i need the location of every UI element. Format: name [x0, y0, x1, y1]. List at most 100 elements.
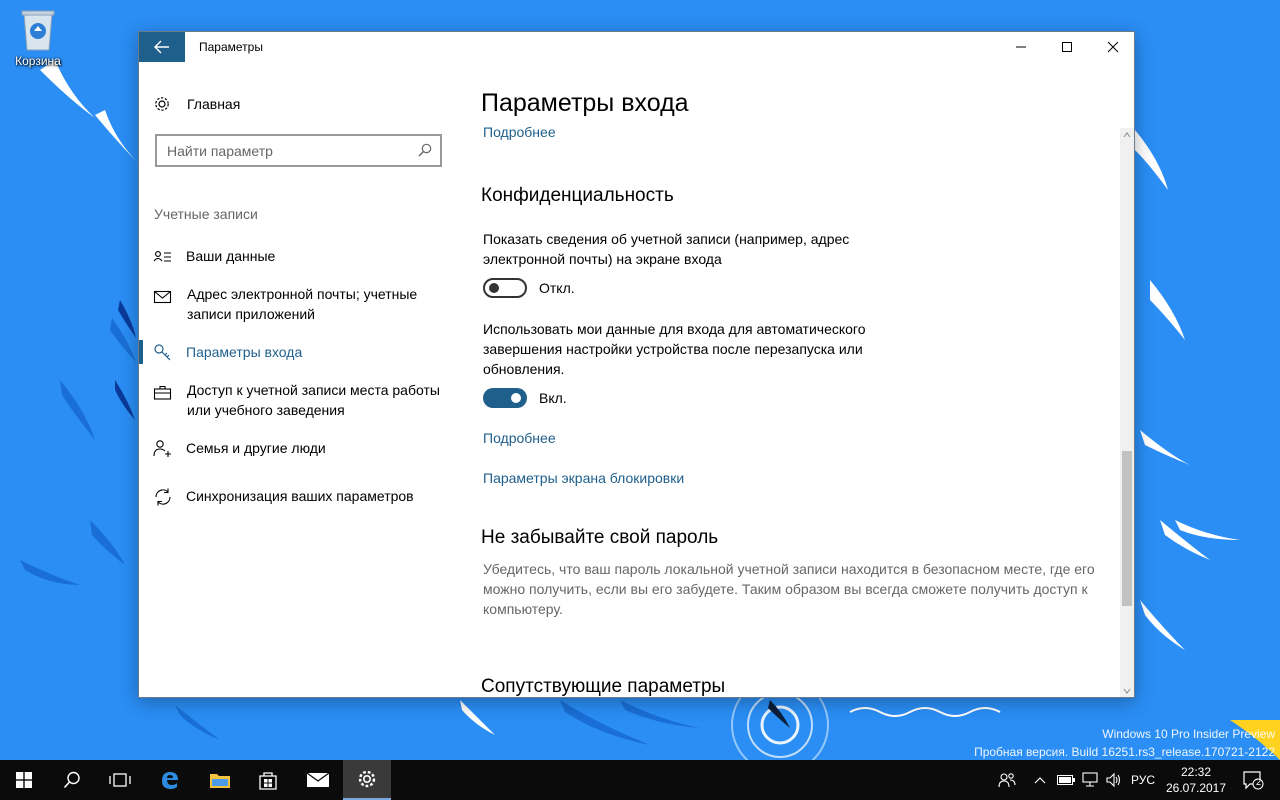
task-view-icon: [109, 773, 131, 787]
password-text: Убедитесь, что ваш пароль локальной учет…: [483, 561, 1095, 617]
chevron-down-icon: [1123, 688, 1131, 694]
windows-logo-icon: [16, 772, 32, 788]
edge-browser-icon: [162, 772, 178, 789]
watermark-build: Пробная версия. Build 16251.rs3_release.…: [974, 745, 1275, 759]
show-account-details-toggle[interactable]: [483, 278, 527, 298]
privacy-header: Конфиденциальность: [481, 185, 674, 206]
close-button[interactable]: [1090, 32, 1134, 62]
clock-date: 26.07.2017: [1165, 781, 1227, 795]
clock-time: 22:32: [1180, 765, 1212, 779]
toggle-knob: [489, 283, 499, 293]
search-icon: [63, 771, 80, 789]
gear-icon: [358, 770, 376, 788]
battery-indicator[interactable]: [1055, 760, 1077, 800]
people-icon: [998, 773, 1016, 788]
gear-icon: [155, 97, 169, 111]
search-icon[interactable]: [418, 143, 432, 157]
back-button[interactable]: [139, 32, 185, 62]
section-header-accounts: Учетные записи: [154, 206, 258, 222]
use-signin-info-row: Вкл.: [483, 387, 567, 409]
minimize-button[interactable]: [998, 32, 1044, 62]
page-title: Параметры входа: [481, 89, 689, 117]
recycle-bin-label: Корзина: [15, 54, 61, 68]
use-signin-info-text: Использовать мои данные для входа для ав…: [483, 321, 866, 377]
watermark-edition: Windows 10 Pro Insider Preview: [1102, 727, 1275, 741]
more-info-link[interactable]: Подробнее: [483, 430, 556, 446]
settings-taskbar-button[interactable]: [343, 760, 391, 800]
sync-icon: [155, 488, 171, 506]
sidebar-item-label: Параметры входа: [186, 344, 303, 360]
settings-window: Параметры Главная Учетные записи: [138, 31, 1135, 698]
sidebar-item-label: Ваши данные: [186, 248, 276, 264]
speaker-icon: [1106, 772, 1121, 788]
mail-taskbar-button[interactable]: [294, 760, 342, 800]
scroll-up-button[interactable]: [1120, 128, 1134, 142]
sidebar-item-sign-in-options[interactable]: Параметры входа: [139, 340, 459, 364]
scroll-down-button[interactable]: [1120, 684, 1134, 697]
person-add-icon: [153, 440, 171, 457]
use-signin-info-toggle[interactable]: [483, 388, 527, 408]
lock-screen-settings-link[interactable]: Параметры экрана блокировки: [483, 470, 684, 486]
toggle-state-label: Вкл.: [539, 390, 567, 406]
back-arrow-icon: [154, 40, 169, 54]
action-center-button[interactable]: 2: [1232, 760, 1274, 800]
file-explorer-button[interactable]: [196, 760, 244, 800]
network-indicator[interactable]: [1078, 760, 1102, 800]
sidebar-item-work-access[interactable]: Доступ к учетной записи места работы или…: [139, 380, 459, 420]
search-box[interactable]: [155, 134, 442, 167]
volume-indicator[interactable]: [1102, 760, 1126, 800]
briefcase-icon: [153, 385, 172, 400]
sidebar-item-your-info[interactable]: Ваши данные: [139, 246, 459, 268]
language-indicator[interactable]: РУС: [1126, 760, 1160, 800]
edge-taskbar-button[interactable]: [146, 760, 194, 800]
start-button[interactable]: [0, 760, 48, 800]
task-view-button[interactable]: [96, 760, 144, 800]
title-bar: Параметры: [139, 32, 1134, 62]
mail-icon: [306, 772, 330, 787]
close-icon: [1107, 41, 1119, 53]
active-indicator: [139, 340, 143, 364]
related-settings-header: Сопутствующие параметры: [481, 676, 726, 697]
sidebar-item-label: Доступ к учетной записи места работы или…: [187, 382, 440, 418]
recycle-bin-icon: [18, 6, 58, 52]
minimize-icon: [1016, 46, 1026, 48]
key-icon: [154, 344, 171, 361]
sidebar-item-label: Адрес электронной почты; учетные записи …: [187, 286, 418, 322]
home-link[interactable]: Главная: [153, 92, 240, 116]
maximize-button[interactable]: [1044, 32, 1090, 62]
folder-icon: [210, 774, 230, 788]
sidebar-item-label: Семья и другие люди: [186, 440, 326, 456]
search-input[interactable]: [157, 136, 402, 165]
store-bag-icon: [259, 772, 277, 790]
taskbar: РУС 22:32 26.07.2017 2: [0, 760, 1280, 800]
password-header: Не забывайте свой пароль: [481, 527, 719, 548]
clock[interactable]: 22:32 26.07.2017: [1164, 764, 1228, 796]
sidebar-item-family[interactable]: Семья и другие люди: [139, 438, 459, 460]
show-account-details-text: Показать сведения об учетной записи (нап…: [483, 231, 850, 267]
window-title: Параметры: [199, 40, 263, 54]
toggle-knob: [511, 393, 521, 403]
chevron-up-icon: [1123, 132, 1131, 138]
recycle-bin-shortcut[interactable]: Корзина: [8, 6, 68, 68]
sidebar-item-label: Синхронизация ваших параметров: [186, 488, 414, 504]
chevron-up-icon: [1034, 777, 1046, 784]
person-card-icon: [153, 251, 171, 262]
search-taskbar-button[interactable]: [48, 760, 96, 800]
sidebar-item-email-accounts[interactable]: Адрес электронной почты; учетные записи …: [139, 284, 459, 324]
content-pane: Параметры входа Подробнее Конфиденциальн…: [459, 62, 1134, 697]
more-info-link-top[interactable]: Подробнее: [483, 124, 556, 140]
notification-count: 2: [1256, 777, 1262, 787]
store-button[interactable]: [244, 760, 292, 800]
mail-icon: [153, 290, 172, 304]
people-button[interactable]: [994, 760, 1020, 800]
network-icon: [1082, 772, 1098, 787]
content-scrollbar[interactable]: [1120, 128, 1134, 697]
sidebar: Главная Учетные записи Ваши данные: [139, 62, 459, 697]
scroll-thumb[interactable]: [1122, 451, 1132, 606]
battery-icon: [1057, 775, 1075, 785]
sidebar-item-sync[interactable]: Синхронизация ваших параметров: [139, 486, 459, 508]
show-hidden-icons-button[interactable]: [1030, 760, 1050, 800]
maximize-icon: [1062, 42, 1072, 52]
show-account-details-row: Откл.: [483, 277, 575, 299]
language-label: РУС: [1130, 773, 1156, 787]
